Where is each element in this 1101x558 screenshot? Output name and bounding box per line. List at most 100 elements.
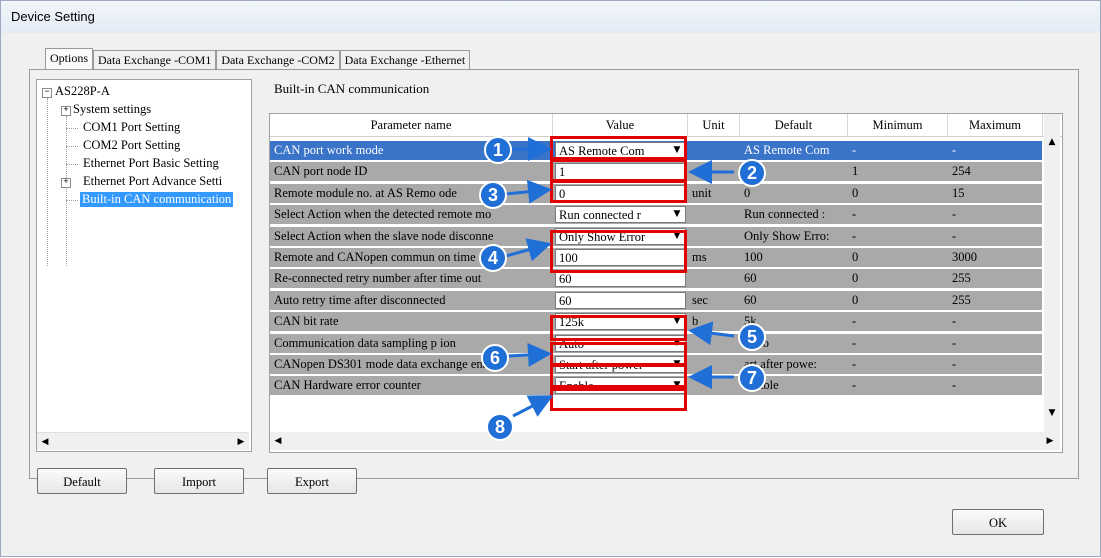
- chevron-down-icon[interactable]: ▼: [670, 379, 684, 392]
- chevron-down-icon[interactable]: ▼: [670, 358, 684, 371]
- value-input[interactable]: 60: [555, 291, 686, 309]
- table-row[interactable]: CAN bit rate 125k ▼ b 5k - -: [270, 312, 1042, 332]
- cell-name: Auto retry time after disconnected: [274, 292, 446, 307]
- cell-name: Remote module no. at AS Remo ode: [274, 185, 457, 200]
- table-row[interactable]: Select Action when the detected remote m…: [270, 205, 1042, 225]
- cell-min: 0: [852, 185, 859, 200]
- collapse-icon[interactable]: −: [42, 88, 52, 98]
- scroll-left-icon[interactable]: ◀: [270, 433, 286, 449]
- grid-horizontal-scrollbar[interactable]: ◀ ▶: [270, 432, 1060, 450]
- table-row[interactable]: CAN port node ID111254: [270, 162, 1042, 182]
- tab-data-exchange-com1[interactable]: Data Exchange -COM1: [93, 50, 217, 70]
- value-dropdown[interactable]: 125k ▼: [555, 313, 686, 331]
- tree-item-ethernet-advance[interactable]: Ethernet Port Advance Setti: [83, 174, 222, 189]
- cell-default: 0: [744, 185, 751, 200]
- value-dropdown[interactable]: Only Show Error ▼: [555, 227, 686, 245]
- table-row[interactable]: Select Action when the slave node discon…: [270, 226, 1042, 246]
- header-maximum: Maximum: [948, 114, 1043, 136]
- chevron-down-icon[interactable]: ▼: [670, 315, 684, 328]
- value-dropdown[interactable]: AS Remote Com ▼: [555, 142, 686, 159]
- cell-min: 0: [852, 271, 859, 286]
- expand-icon[interactable]: +: [61, 178, 71, 188]
- scroll-down-icon[interactable]: ▼: [1044, 405, 1060, 421]
- value-text: 60: [559, 293, 572, 308]
- tree-root[interactable]: AS228P-A: [55, 84, 110, 99]
- grid-header: Parameter name Value Unit Default Minimu…: [270, 114, 1062, 137]
- scroll-right-icon[interactable]: ▶: [1042, 433, 1058, 449]
- table-row[interactable]: Communication data sampling p ion Auto ▼Au…: [270, 333, 1042, 353]
- callout-badge-3: 3: [479, 181, 507, 209]
- tab-options[interactable]: Options: [45, 48, 94, 71]
- tree-item-system-settings[interactable]: System settings: [73, 102, 151, 117]
- grid-vertical-scrollbar[interactable]: ▲ ▼: [1044, 114, 1060, 432]
- cell-unit: ms: [692, 250, 707, 264]
- scroll-left-icon[interactable]: ◀: [37, 434, 53, 450]
- title-bar: Device Setting: [1, 1, 1100, 33]
- cell-max: 3000: [952, 250, 977, 264]
- cell-unit: sec: [692, 292, 708, 307]
- cell-min: -: [852, 143, 857, 157]
- chevron-down-icon[interactable]: ▼: [670, 208, 684, 221]
- table-row[interactable]: Auto retry time after disconnected 60 sec 6…: [270, 290, 1042, 310]
- table-row[interactable]: CAN Hardware error counter Enable ▼Enable -…: [270, 376, 1042, 396]
- tab-data-exchange-com2[interactable]: Data Exchange -COM2: [216, 50, 340, 70]
- expand-icon[interactable]: +: [61, 106, 71, 116]
- table-row[interactable]: CAN port work mode AS Remote Com ▼ AS Remot…: [270, 141, 1042, 160]
- header-parameter-name: Parameter name: [270, 114, 553, 136]
- value-input[interactable]: 100: [555, 249, 686, 266]
- cell-name: CAN port node ID: [274, 164, 368, 179]
- value-input[interactable]: 0: [555, 184, 686, 202]
- chevron-down-icon[interactable]: ▼: [670, 337, 684, 350]
- table-row[interactable]: CANopen DS301 mode data exchange enab Sta…: [270, 355, 1042, 374]
- chevron-down-icon[interactable]: ▼: [670, 144, 684, 157]
- cell-unit: [688, 141, 740, 160]
- default-button[interactable]: Default: [37, 468, 127, 494]
- callout-badge-6: 6: [481, 344, 509, 372]
- cell-max: -: [952, 357, 957, 371]
- callout-badge-4: 4: [479, 244, 507, 272]
- cell-name: CAN Hardware error counter: [274, 378, 421, 393]
- tab-data-exchange-ethernet[interactable]: Data Exchange -Ethernet: [339, 50, 471, 70]
- scroll-up-icon[interactable]: ▲: [1044, 134, 1060, 150]
- value-text: 60: [559, 272, 572, 287]
- table-row[interactable]: Remote module no. at AS Remo ode 0 unit 0 0 1…: [270, 183, 1042, 203]
- value-dropdown[interactable]: Run connected r ▼: [555, 206, 686, 224]
- cell-min: 0: [852, 250, 859, 264]
- export-button[interactable]: Export: [267, 468, 357, 494]
- cell-name: CANopen DS301 mode data exchange enab: [274, 357, 495, 371]
- cell-max: 255: [952, 292, 971, 307]
- table-row[interactable]: Remote and CANopen commun on time 100 ms 10…: [270, 248, 1042, 267]
- tree-horizontal-scrollbar[interactable]: ◀ ▶: [37, 432, 249, 450]
- cell-name: Select Action when the slave node discon…: [274, 228, 494, 243]
- tree-item-com1[interactable]: COM1 Port Setting: [83, 120, 180, 135]
- chevron-down-icon[interactable]: ▼: [670, 230, 684, 243]
- parameter-grid: Parameter name Value Unit Default Minimu…: [269, 113, 1063, 453]
- tree-item-com2[interactable]: COM2 Port Setting: [83, 138, 180, 153]
- cell-name: Select Action when the detected remote m…: [274, 207, 492, 222]
- cell-max: -: [952, 143, 957, 157]
- value-dropdown[interactable]: Auto ▼: [555, 334, 686, 352]
- value-dropdown[interactable]: Enable ▼: [555, 377, 686, 395]
- ok-button[interactable]: OK: [952, 509, 1044, 535]
- tree-item-built-in-can[interactable]: Built-in CAN communication: [80, 192, 234, 207]
- import-button[interactable]: Import: [154, 468, 244, 494]
- value-text: AS Remote Com: [559, 144, 645, 158]
- cell-min: -: [852, 207, 857, 222]
- cell-max: -: [952, 378, 957, 393]
- value-dropdown[interactable]: Start after power ▼: [555, 356, 686, 373]
- header-minimum: Minimum: [848, 114, 948, 136]
- tree-item-ethernet-basic[interactable]: Ethernet Port Basic Setting: [83, 156, 219, 171]
- value-input[interactable]: 1: [555, 163, 686, 181]
- window-title: Device Setting: [11, 9, 95, 24]
- value-input[interactable]: 60: [555, 270, 686, 288]
- cell-min: -: [852, 228, 857, 243]
- callout-badge-2: 2: [738, 159, 766, 187]
- scroll-right-icon[interactable]: ▶: [233, 434, 249, 450]
- table-row[interactable]: Re-connected retry number after time out…: [270, 269, 1042, 289]
- tab-bar: Options Data Exchange -COM1 Data Exchang…: [45, 48, 471, 71]
- cell-max: 15: [952, 185, 965, 200]
- header-value: Value: [553, 114, 688, 136]
- cell-default: 60: [744, 271, 757, 286]
- cell-min: -: [852, 335, 857, 350]
- header-unit: Unit: [688, 114, 740, 136]
